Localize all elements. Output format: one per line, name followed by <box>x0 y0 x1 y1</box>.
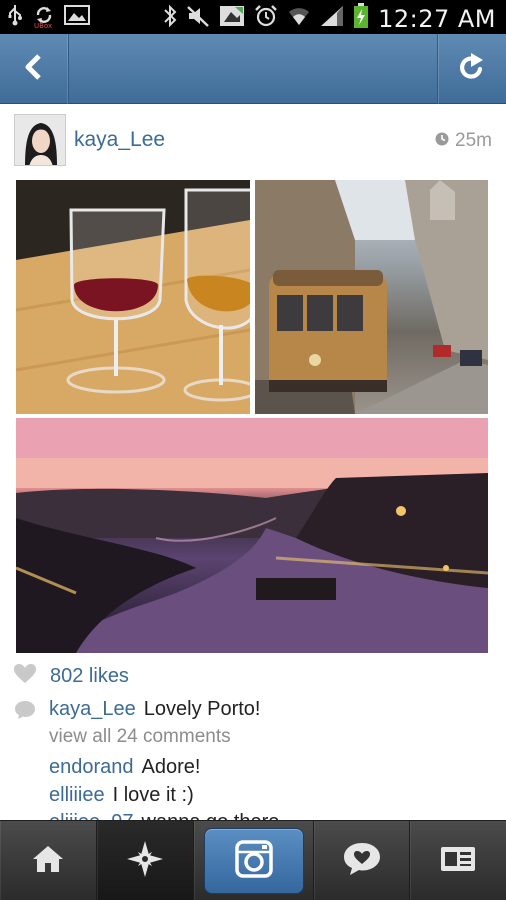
camera-button[interactable] <box>203 828 304 894</box>
post-header: kaya_Lee 25m <box>0 104 506 174</box>
comment-username[interactable]: endorand <box>49 756 134 778</box>
comment-bubble-icon <box>14 700 36 725</box>
time-ago-text: 25m <box>455 130 492 151</box>
battery-icon <box>353 3 369 34</box>
signal-icon <box>320 5 344 32</box>
nav-activity-button[interactable] <box>314 821 410 900</box>
wine-glasses-photo[interactable] <box>16 180 250 414</box>
porto-sunset-river-photo[interactable] <box>16 418 488 653</box>
activity-icon <box>342 841 382 882</box>
likes-count[interactable]: 802 likes <box>50 665 129 688</box>
caption-username[interactable]: kaya_Lee <box>49 698 136 720</box>
nav-camera-button[interactable] <box>194 821 314 900</box>
comment-text: I love it :) <box>112 784 194 806</box>
comment-line: elliiiee I love it :) <box>49 784 194 807</box>
image-icon <box>64 4 90 31</box>
likes-row[interactable]: 802 likes <box>14 662 129 690</box>
camera-icon <box>234 839 273 883</box>
profile-icon <box>440 846 476 877</box>
post-time: 25m <box>435 130 492 152</box>
back-button[interactable] <box>0 34 69 104</box>
comment-line: endorand Adore! <box>49 756 200 779</box>
clock-icon <box>435 130 449 152</box>
post-username[interactable]: kaya_Lee <box>74 128 165 152</box>
comment-username[interactable]: elliiiee <box>49 784 105 806</box>
caption-line: kaya_Lee Lovely Porto! <box>49 698 260 721</box>
view-all-comments-link[interactable]: view all 24 comments <box>49 726 231 748</box>
mute-icon <box>186 4 210 33</box>
avatar[interactable] <box>14 114 66 166</box>
refresh-icon <box>457 52 487 87</box>
usb-icon <box>6 4 24 31</box>
nav-explore-button[interactable] <box>97 821 194 900</box>
alarm-icon <box>254 4 278 33</box>
caption-text: Lovely Porto! <box>143 698 261 720</box>
chevron-left-icon <box>22 53 46 86</box>
nav-home-button[interactable] <box>0 821 97 900</box>
porto-tram-photo[interactable] <box>255 180 488 414</box>
heart-icon <box>14 663 36 689</box>
home-icon <box>31 844 65 879</box>
sim-icon <box>219 4 245 33</box>
wifi-icon <box>287 5 311 32</box>
nav-profile-button[interactable] <box>410 821 506 900</box>
status-time: 12:27 AM <box>378 4 496 33</box>
bottom-nav <box>0 820 506 900</box>
refresh-button[interactable] <box>437 34 506 104</box>
ubox-label: UBox <box>34 22 53 30</box>
bluetooth-icon <box>163 4 177 33</box>
app-header <box>0 34 506 104</box>
comment-text: Adore! <box>141 756 201 778</box>
explore-icon <box>125 839 165 884</box>
status-bar: UBox 12:27 AM <box>0 0 506 34</box>
